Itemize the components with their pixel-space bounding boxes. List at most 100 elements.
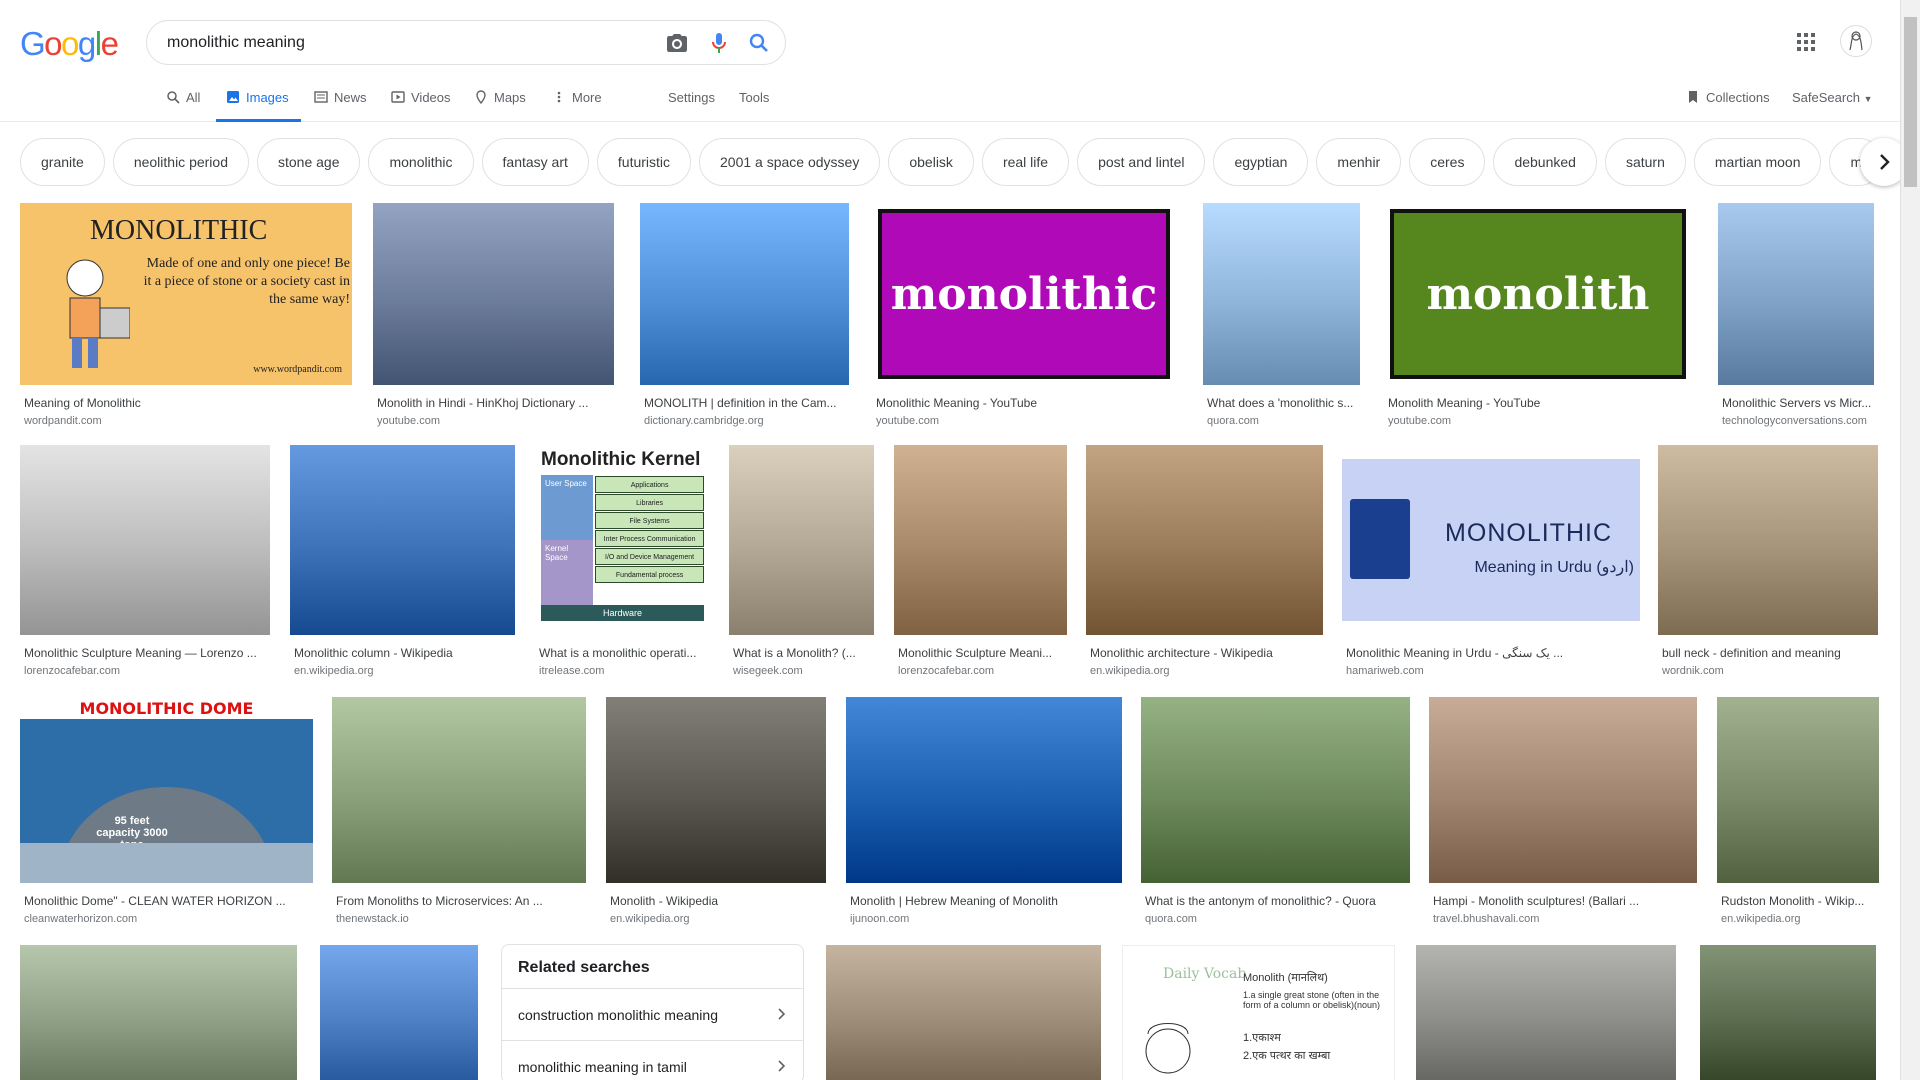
image-thumbnail[interactable]: [826, 945, 1101, 1080]
image-thumbnail[interactable]: [1086, 445, 1323, 635]
chevron-right-icon: [1880, 154, 1890, 170]
image-thumbnail[interactable]: [20, 945, 297, 1080]
chip-granite[interactable]: granite: [20, 138, 105, 186]
chip-saturn[interactable]: saturn: [1604, 138, 1686, 186]
image-thumbnail[interactable]: [290, 445, 515, 635]
image-thumbnail[interactable]: [846, 697, 1122, 883]
chip-martian-moon[interactable]: martian moon: [1693, 138, 1822, 186]
news-icon: [314, 91, 328, 103]
image-caption[interactable]: Monolith | Hebrew Meaning of Monolith: [850, 894, 1122, 908]
chip-real-life[interactable]: real life: [981, 138, 1070, 186]
image-caption[interactable]: bull neck - definition and meaning: [1662, 646, 1878, 660]
chip-futuristic[interactable]: futuristic: [596, 138, 692, 186]
image-thumbnail[interactable]: [1658, 445, 1878, 635]
image-caption[interactable]: Monolithic Servers vs Micr...: [1722, 396, 1874, 410]
collections-link[interactable]: Collections: [1686, 90, 1770, 105]
image-thumbnail[interactable]: MONOLITHIC DOME 95 feet capacity 3000 to…: [20, 697, 313, 883]
image-caption[interactable]: MONOLITH | definition in the Cam...: [644, 396, 849, 410]
image-thumbnail[interactable]: MONOLITHIC Meaning in Urdu (اردو): [1342, 445, 1640, 635]
image-thumbnail[interactable]: [332, 697, 586, 883]
image-caption[interactable]: Monolithic Meaning - YouTube: [876, 396, 1176, 410]
image-thumbnail[interactable]: [1429, 697, 1697, 883]
tab-settings[interactable]: Settings: [668, 90, 715, 122]
image-caption[interactable]: Monolithic Sculpture Meaning — Lorenzo .…: [24, 646, 270, 660]
thumb-title: Monolithic Kernel: [541, 449, 701, 470]
image-thumbnail[interactable]: [640, 203, 849, 385]
image-thumbnail[interactable]: [606, 697, 826, 883]
image-caption[interactable]: Monolithic Sculpture Meani...: [898, 646, 1067, 660]
image-thumbnail[interactable]: monolith: [1384, 203, 1692, 385]
tab-more[interactable]: More: [552, 90, 602, 122]
image-thumbnail[interactable]: [373, 203, 614, 385]
image-thumbnail[interactable]: [1717, 697, 1879, 883]
image-thumbnail[interactable]: Daily Vocab Monolith (मानलिथ) 1.a single…: [1122, 945, 1395, 1080]
chef-cartoon-icon: [1145, 1023, 1191, 1074]
image-thumbnail[interactable]: [320, 945, 478, 1080]
chip-fantasy-art[interactable]: fantasy art: [481, 138, 589, 186]
image-caption[interactable]: Monolithic architecture - Wikipedia: [1090, 646, 1323, 660]
camera-icon[interactable]: [665, 31, 689, 55]
chip-debunked[interactable]: debunked: [1493, 138, 1597, 186]
image-caption[interactable]: What does a 'monolithic s...: [1207, 396, 1360, 410]
thumb-title: MONOLITHIC: [1445, 519, 1612, 547]
thumb-list-item: 1.एकाश्म: [1243, 1032, 1281, 1044]
image-caption[interactable]: What is a Monolith? (...: [733, 646, 874, 660]
image-source: cleanwaterhorizon.com: [24, 913, 138, 925]
image-thumbnail[interactable]: monolithic: [872, 203, 1176, 385]
image-caption[interactable]: Monolithic Meaning in Urdu - یک سنگی ...: [1346, 646, 1640, 660]
image-caption[interactable]: Hampi - Monolith sculptures! (Ballari ..…: [1433, 894, 1697, 908]
image-source: travel.bhushavali.com: [1433, 913, 1540, 925]
image-thumbnail[interactable]: [1141, 697, 1410, 883]
scrollbar-thumb[interactable]: [1904, 17, 1917, 187]
image-thumbnail[interactable]: MONOLITHIC Made of one and only one piec…: [20, 203, 352, 385]
tab-images[interactable]: Images: [216, 90, 301, 122]
image-thumbnail[interactable]: [1203, 203, 1360, 385]
chip-2001-a-space-odyssey[interactable]: 2001 a space odyssey: [699, 138, 881, 186]
avatar[interactable]: [1840, 25, 1872, 57]
image-caption[interactable]: Meaning of Monolithic: [24, 396, 352, 410]
image-caption[interactable]: Monolithic Dome" - CLEAN WATER HORIZON .…: [24, 894, 313, 908]
chip-stone-age[interactable]: stone age: [256, 138, 361, 186]
image-caption[interactable]: What is the antonym of monolithic? - Quo…: [1145, 894, 1410, 908]
tab-all[interactable]: All: [166, 90, 200, 122]
related-search-item[interactable]: construction monolithic meaning: [502, 989, 803, 1041]
search-input[interactable]: [167, 21, 637, 64]
image-caption[interactable]: Monolithic column - Wikipedia: [294, 646, 515, 660]
image-caption[interactable]: Monolith in Hindi - HinKhoj Dictionary .…: [377, 396, 614, 410]
image-thumbnail[interactable]: Monolithic Kernel User Space Kernel Space…: [535, 445, 710, 635]
more-vertical-icon: [557, 91, 561, 103]
apps-grid-icon[interactable]: [1796, 32, 1816, 52]
thumb-subtext: Made of one and only one piece! Be it a …: [143, 256, 350, 307]
tab-tools[interactable]: Tools: [739, 90, 769, 122]
image-source: itrelease.com: [539, 665, 605, 677]
tab-maps[interactable]: Maps: [474, 90, 526, 122]
related-search-item[interactable]: monolithic meaning in tamil: [502, 1041, 803, 1080]
image-thumbnail[interactable]: [1416, 945, 1676, 1080]
image-thumbnail[interactable]: [20, 445, 270, 635]
search-icon[interactable]: [747, 31, 771, 55]
image-caption[interactable]: Monolith Meaning - YouTube: [1388, 396, 1692, 410]
image-caption[interactable]: What is a monolithic operati...: [539, 646, 710, 660]
image-thumbnail[interactable]: [1718, 203, 1874, 385]
chip-obelisk[interactable]: obelisk: [888, 138, 974, 186]
tab-videos[interactable]: Videos: [391, 90, 451, 122]
page-scrollbar[interactable]: [1900, 0, 1920, 1080]
safesearch-dropdown[interactable]: SafeSearch ▼: [1792, 90, 1872, 105]
image-thumbnail[interactable]: [1700, 945, 1876, 1080]
google-logo[interactable]: Google: [20, 25, 119, 63]
tab-news[interactable]: News: [314, 90, 367, 122]
chip-post-and-lintel[interactable]: post and lintel: [1077, 138, 1206, 186]
image-thumbnail[interactable]: [894, 445, 1067, 635]
chip-neolithic-period[interactable]: neolithic period: [112, 138, 249, 186]
chip-egyptian[interactable]: egyptian: [1213, 138, 1309, 186]
image-caption[interactable]: Monolith - Wikipedia: [610, 894, 826, 908]
chip-menhir[interactable]: menhir: [1316, 138, 1402, 186]
image-thumbnail[interactable]: [729, 445, 874, 635]
microphone-icon[interactable]: [707, 31, 731, 55]
image-source: wordnik.com: [1662, 665, 1724, 677]
image-caption[interactable]: Rudston Monolith - Wikip...: [1721, 894, 1879, 908]
chip-ceres[interactable]: ceres: [1409, 138, 1486, 186]
chip-monolithic[interactable]: monolithic: [368, 138, 474, 186]
cartoon-icon: [66, 259, 130, 368]
image-caption[interactable]: From Monoliths to Microservices: An ...: [336, 894, 586, 908]
